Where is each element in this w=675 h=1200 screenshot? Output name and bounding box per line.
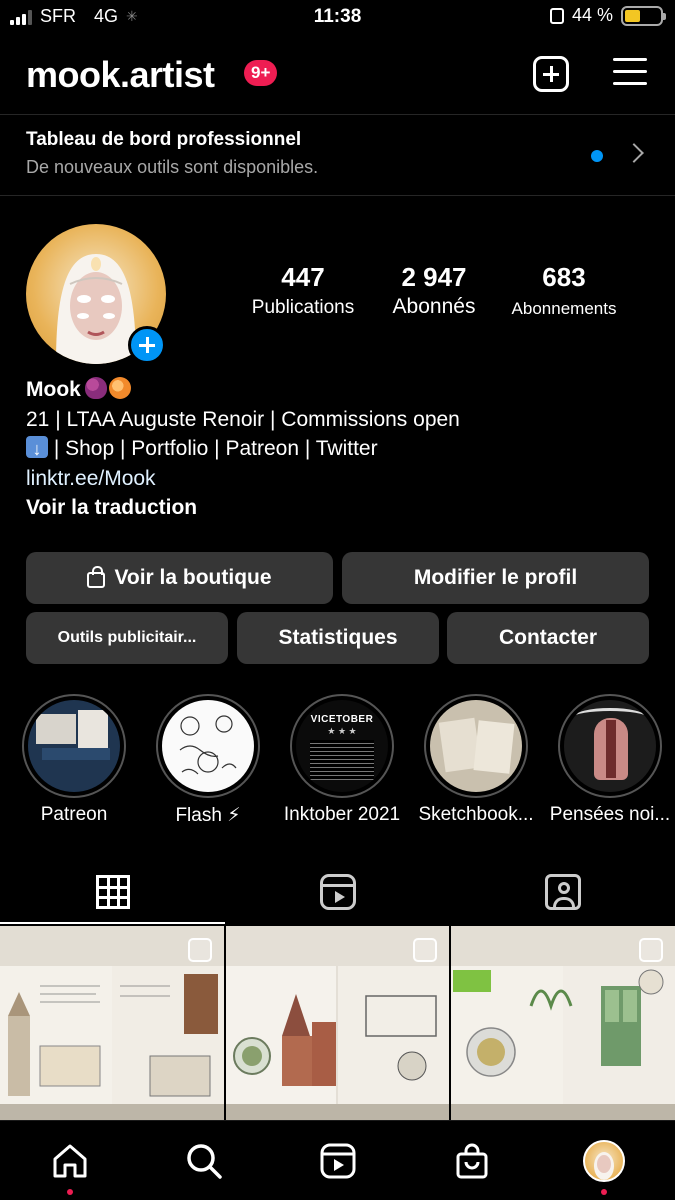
bio-line-2: | Shop | Portfolio | Patreon | Twitter (48, 437, 378, 460)
nav-shop[interactable] (450, 1139, 494, 1183)
highlight-sketchbook[interactable]: Sketchbook... (418, 694, 534, 825)
profile-header: mook.artist 9+ (26, 48, 649, 100)
statistics-button[interactable]: Statistiques (237, 612, 439, 664)
bio-link[interactable]: linktr.ee/Mook (26, 464, 646, 494)
bottom-navigation (0, 1120, 675, 1200)
profile-notification-dot (601, 1189, 607, 1195)
home-icon (53, 1144, 87, 1178)
highlight-flash[interactable]: Flash ⚡ (156, 694, 260, 826)
post-thumbnail[interactable] (451, 926, 675, 1120)
shopping-bag-icon (87, 566, 106, 588)
stat-label: Publications (251, 297, 355, 318)
highlight-patreon[interactable]: Patreon (22, 694, 126, 825)
see-translation-link[interactable]: Voir la traduction (26, 493, 646, 523)
profile-avatar-icon (583, 1140, 625, 1182)
highlight-thumbnail: VICETOBER ★ ★ ★ (296, 700, 388, 792)
tab-tagged[interactable] (450, 860, 675, 924)
stat-label: Abonnés (392, 295, 476, 318)
reels-icon (320, 1143, 356, 1179)
bio-line-2-row: | Shop | Portfolio | Patreon | Twitter (26, 434, 646, 465)
menu-icon[interactable] (613, 58, 647, 86)
home-notification-dot (67, 1189, 73, 1195)
down-arrow-emoji-icon (26, 435, 48, 465)
stat-label: Abonnements (511, 299, 617, 318)
highlight-label: Pensées noi... (549, 804, 671, 825)
status-bar: SFR 4G ✳ 11:38 44 % (0, 0, 675, 36)
profile-name: Mook (26, 378, 81, 401)
post-thumbnail[interactable] (226, 926, 449, 1120)
nav-profile[interactable] (582, 1139, 626, 1195)
username-title[interactable]: mook.artist (26, 54, 215, 96)
list-lines (310, 740, 374, 780)
multi-post-icon (639, 938, 663, 962)
profile-name-line: Mook (26, 375, 646, 405)
highlight-thumbnail (564, 700, 656, 792)
professional-dashboard[interactable]: Tableau de bord professionnel De nouveau… (0, 114, 675, 196)
nav-search[interactable] (182, 1139, 226, 1183)
create-post-icon[interactable] (533, 56, 569, 92)
stat-following[interactable]: 683 Abonnements (502, 262, 626, 319)
nav-reels[interactable] (316, 1139, 360, 1183)
highlight-dark-thoughts[interactable]: Pensées noi... (550, 694, 670, 825)
multi-post-icon (188, 938, 212, 962)
view-shop-button[interactable]: Voir la boutique (26, 552, 333, 604)
grid-icon (95, 875, 130, 909)
highlight-label: Flash ⚡ (175, 805, 241, 826)
tab-posts-grid[interactable] (0, 860, 225, 924)
new-indicator-dot (591, 150, 603, 162)
battery-percent: 44 % (571, 5, 613, 25)
grape-emoji-icon (84, 377, 107, 399)
stat-publications[interactable]: 447 Publications (240, 262, 366, 319)
stat-value: 683 (542, 262, 586, 292)
active-tab-indicator (0, 922, 225, 924)
profile-tabs (0, 860, 675, 924)
stat-value: 447 (281, 262, 325, 292)
peach-emoji-icon (108, 377, 131, 399)
stat-followers[interactable]: 2 947 Abonnés (378, 262, 490, 319)
status-right: 44 % (549, 5, 666, 26)
highlight-inktober[interactable]: VICETOBER ★ ★ ★ Inktober 2021 (284, 694, 400, 825)
bio: Mook 21 | LTAA Auguste Renoir | Commissi… (26, 375, 646, 523)
highlight-thumbnail (430, 700, 522, 792)
highlight-inner-title: VICETOBER (310, 714, 374, 725)
highlight-label: Sketchbook... (418, 804, 534, 825)
post-thumbnail[interactable] (0, 926, 224, 1120)
highlight-label: Patreon (40, 804, 108, 825)
stars-icon: ★ ★ ★ (327, 726, 357, 736)
dashboard-subtitle: De nouveaux outils sont disponibles. (26, 157, 319, 177)
tagged-person-icon (544, 874, 581, 910)
contact-button[interactable]: Contacter (447, 612, 649, 664)
stat-value: 2 947 (401, 262, 467, 292)
shopping-bag-icon (456, 1143, 488, 1179)
highlight-thumbnail (162, 700, 254, 792)
battery-icon (621, 5, 666, 26)
chevron-right-icon (624, 143, 644, 163)
tab-reels[interactable] (225, 860, 450, 924)
edit-profile-button[interactable]: Modifier le profil (342, 552, 649, 604)
notification-badge[interactable]: 9+ (244, 60, 278, 86)
nav-home[interactable] (48, 1139, 92, 1195)
reels-icon (319, 874, 356, 910)
search-icon (187, 1144, 222, 1179)
bio-line-1: 21 | LTAA Auguste Renoir | Commissions o… (26, 407, 460, 431)
multi-post-icon (413, 938, 437, 962)
add-story-icon[interactable] (128, 326, 166, 364)
orientation-lock-icon (549, 7, 564, 24)
dashboard-title: Tableau de bord professionnel (26, 129, 302, 150)
ad-tools-button[interactable]: Outils publicitair... (26, 612, 228, 664)
highlight-label: Inktober 2021 (283, 804, 401, 825)
view-shop-label: Voir la boutique (114, 566, 272, 589)
highlight-thumbnail (28, 700, 120, 792)
